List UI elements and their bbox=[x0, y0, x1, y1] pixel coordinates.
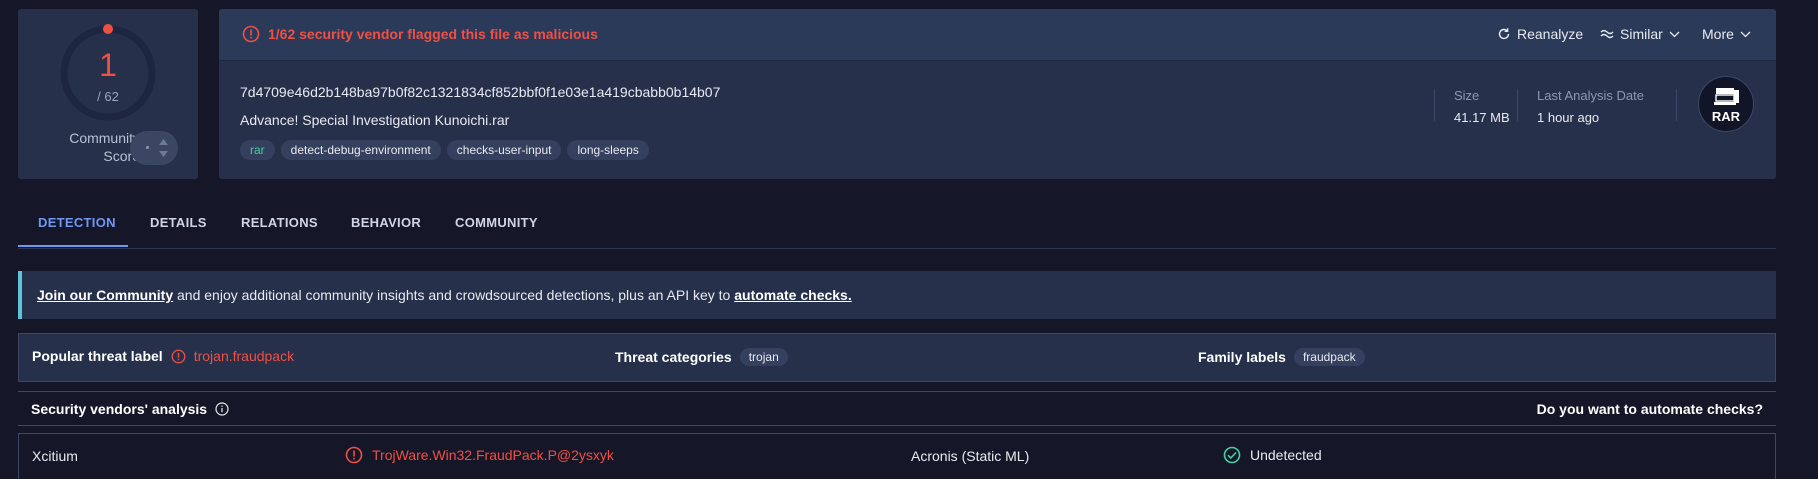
automate-checks-link[interactable]: automate checks. bbox=[734, 287, 852, 303]
community-banner: Join our Community and enjoy additional … bbox=[18, 271, 1776, 319]
divider bbox=[1517, 89, 1518, 121]
similar-icon bbox=[1600, 29, 1614, 39]
popular-threat-label-value[interactable]: trojan.fraudpack bbox=[194, 348, 294, 364]
family-label-pill[interactable]: fraudpack bbox=[1293, 348, 1365, 366]
tab-community[interactable]: COMMUNITY bbox=[455, 215, 538, 230]
vendors-analysis-header: Security vendors' analysis Do you want t… bbox=[18, 391, 1776, 426]
threat-category-pill[interactable]: trojan bbox=[739, 348, 788, 366]
vendors-analysis-title-text: Security vendors' analysis bbox=[31, 401, 208, 417]
last-analysis-date-label: Last Analysis Date bbox=[1537, 88, 1644, 103]
undetected-label: Undetected bbox=[1250, 447, 1322, 463]
size-value: 41.17 MB bbox=[1454, 110, 1510, 125]
tag-long-sleeps[interactable]: long-sleeps bbox=[567, 140, 649, 160]
reanalyze-button[interactable]: Reanalyze bbox=[1497, 26, 1583, 42]
community-score-label: Community Score bbox=[69, 130, 140, 164]
vote-down-icon[interactable] bbox=[159, 151, 168, 157]
table-row: Xcitium TrojWare.Win32.FraudPack.P@2ysxy… bbox=[18, 433, 1776, 479]
vote-up-icon[interactable] bbox=[159, 139, 168, 145]
tag-rar[interactable]: rar bbox=[240, 140, 275, 160]
vendor-name: Acronis (Static ML) bbox=[911, 448, 1030, 464]
file-type-label: RAR bbox=[1711, 109, 1741, 124]
vendor-name: Xcitium bbox=[32, 448, 78, 464]
chevron-down-icon bbox=[1740, 31, 1751, 37]
last-analysis-date-value: 1 hour ago bbox=[1537, 110, 1600, 125]
malicious-alert-text: 1/62 security vendor flagged this file a… bbox=[268, 26, 598, 42]
similar-button[interactable]: Similar bbox=[1600, 26, 1680, 42]
more-button[interactable]: More bbox=[1702, 26, 1751, 42]
tag-checks-user-input[interactable]: checks-user-input bbox=[446, 140, 562, 160]
alert-circle-icon bbox=[242, 25, 260, 43]
threat-categories: Threat categories trojan bbox=[615, 348, 788, 366]
file-type-badge: RAR bbox=[1698, 76, 1754, 132]
popular-threat-label: Popular threat label trojan.fraudpack bbox=[32, 348, 294, 364]
chevron-down-icon bbox=[1669, 31, 1680, 37]
tab-relations[interactable]: RELATIONS bbox=[241, 215, 318, 230]
reanalyze-label: Reanalyze bbox=[1517, 26, 1584, 42]
malicious-alert-bar: 1/62 security vendor flagged this file a… bbox=[219, 9, 1776, 61]
tab-detection[interactable]: DETECTION bbox=[38, 215, 116, 230]
community-score-value bbox=[146, 146, 149, 149]
family-labels: Family labels fraudpack bbox=[1198, 348, 1365, 366]
tab-behavior[interactable]: BEHAVIOR bbox=[351, 215, 421, 230]
divider bbox=[1434, 89, 1435, 121]
detection-count: 1 bbox=[99, 47, 117, 83]
tab-details[interactable]: DETAILS bbox=[150, 215, 207, 230]
archive-icon bbox=[1714, 88, 1739, 105]
alert-circle-icon bbox=[171, 349, 186, 363]
divider bbox=[1676, 89, 1677, 121]
tabs-divider bbox=[18, 248, 1776, 249]
popular-threat-label-title: Popular threat label bbox=[32, 348, 163, 364]
more-label: More bbox=[1702, 26, 1734, 42]
vendors-analysis-title: Security vendors' analysis bbox=[31, 401, 229, 417]
vendor-result-malicious: TrojWare.Win32.FraudPack.P@2ysxyk bbox=[345, 446, 614, 464]
size-label: Size bbox=[1454, 88, 1480, 103]
banner-text: Join our Community and enjoy additional … bbox=[37, 287, 852, 303]
vendor-result-undetected: Undetected bbox=[1223, 446, 1322, 464]
active-tab-indicator bbox=[18, 245, 128, 247]
file-info-card: 1/62 security vendor flagged this file a… bbox=[219, 9, 1776, 179]
community-vote-toggle[interactable] bbox=[130, 131, 178, 165]
tag-detect-debug-environment[interactable]: detect-debug-environment bbox=[280, 140, 441, 160]
banner-body: and enjoy additional community insights … bbox=[173, 287, 735, 303]
file-name: Advance! Special Investigation Kunoichi.… bbox=[240, 112, 510, 128]
check-circle-icon bbox=[1223, 446, 1241, 464]
alert-circle-icon bbox=[345, 446, 363, 464]
threat-categories-title: Threat categories bbox=[615, 349, 732, 365]
similar-label: Similar bbox=[1620, 26, 1663, 42]
automate-checks-question[interactable]: Do you want to automate checks? bbox=[1537, 401, 1763, 417]
detection-name: TrojWare.Win32.FraudPack.P@2ysxyk bbox=[372, 447, 614, 463]
file-tags: rar detect-debug-environment checks-user… bbox=[240, 140, 649, 160]
refresh-icon bbox=[1498, 28, 1510, 40]
family-labels-title: Family labels bbox=[1198, 349, 1286, 365]
info-icon[interactable] bbox=[215, 402, 229, 416]
threat-labels-row: Popular threat label trojan.fraudpack Th… bbox=[18, 333, 1776, 382]
detection-total: / 62 bbox=[97, 89, 119, 104]
file-hash[interactable]: 7d4709e46d2b148ba97b0f82c1321834cf852bbf… bbox=[240, 84, 720, 100]
join-community-link[interactable]: Join our Community bbox=[37, 287, 173, 303]
detection-score-card: 1 / 62 Community Score bbox=[18, 9, 198, 179]
